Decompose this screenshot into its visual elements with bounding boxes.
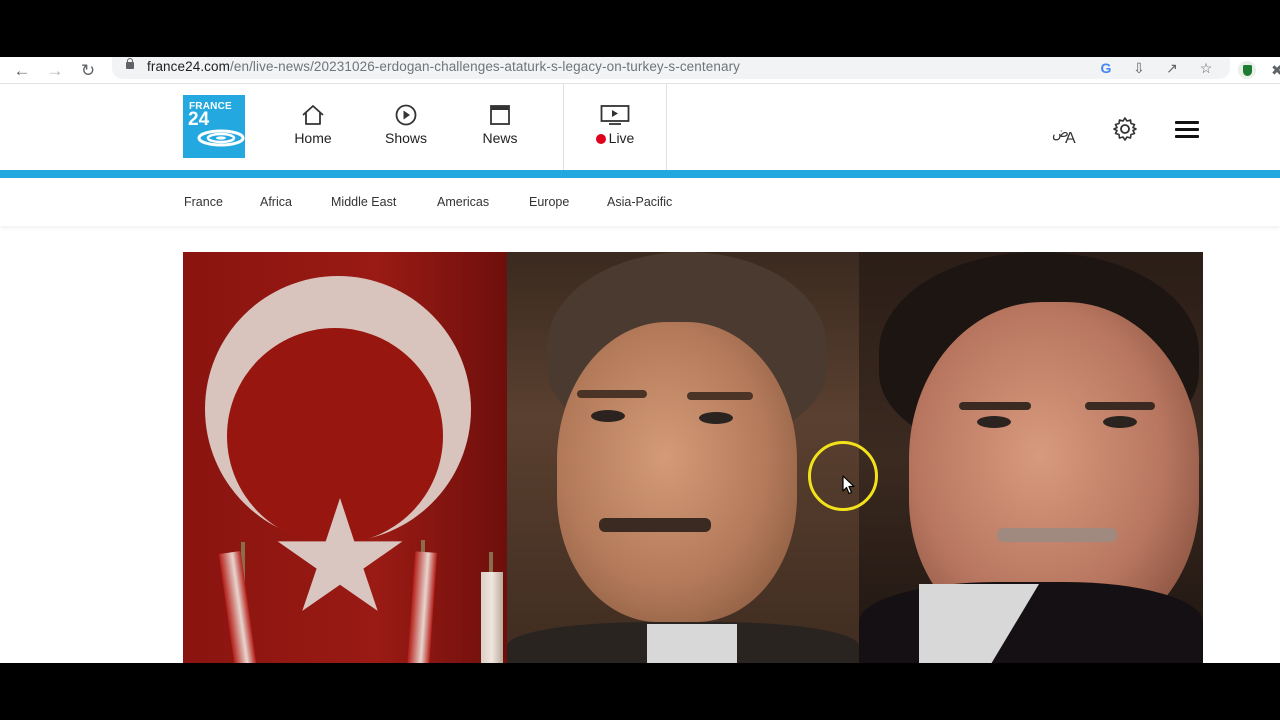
region-subnav: France Africa Middle East Americas Europ… [0,178,1280,226]
site-header: FRANCE 24 Home Shows News Live ض A [0,84,1280,170]
video-frame: ← → ↻ france24.com/en/live-news/20231026… [0,0,1280,720]
erdogan-portrait-image [859,252,1203,663]
hamburger-menu-icon[interactable] [1171,113,1203,145]
article-hero-image [183,252,1203,663]
subnav-item-france[interactable]: France [184,195,223,209]
back-arrow-icon[interactable]: ← [11,59,33,81]
browser-viewport: ← → ↻ france24.com/en/live-news/20231026… [0,57,1280,663]
nav-live[interactable]: Live [580,104,650,148]
brand-accent-bar [0,170,1280,178]
nav-shows-label: Shows [384,130,428,146]
home-icon [302,105,324,125]
language-button[interactable]: ض A [1046,113,1078,147]
nav-news[interactable]: News [465,104,535,148]
url-path: /en/live-news/20231026-erdogan-challenge… [230,59,741,74]
lock-icon [126,58,134,69]
settings-gear-icon [1113,117,1137,141]
nav-live-text: Live [608,130,635,146]
subnav-item-africa[interactable]: Africa [260,195,292,209]
install-icon[interactable]: ⇩ [1129,57,1149,79]
nav-home-label: Home [294,130,332,146]
turkish-flag-image [183,252,507,663]
reload-icon[interactable]: ↻ [77,59,99,81]
nav-live-label: Live [595,130,635,146]
address-bar[interactable]: france24.com/en/live-news/20231026-erdog… [112,57,1230,79]
live-dot-icon [595,134,606,144]
logo-waves-icon [197,129,245,147]
nav-divider-right [666,84,667,170]
google-icon[interactable]: G [1096,57,1116,79]
subnav-item-middle-east[interactable]: Middle East [331,195,396,209]
forward-arrow-icon[interactable]: → [44,59,66,81]
nav-home[interactable]: Home [278,104,348,148]
subnav-item-americas[interactable]: Americas [437,195,489,209]
france24-logo[interactable]: FRANCE 24 [183,95,245,158]
browser-toolbar: ← → ↻ france24.com/en/live-news/20231026… [0,57,1280,84]
extension-shield-icon[interactable] [1237,59,1257,81]
nav-divider-left [563,84,564,170]
play-circle-icon [395,104,417,126]
subnav-item-europe[interactable]: Europe [529,195,569,209]
url-text: france24.com/en/live-news/20231026-erdog… [147,59,740,74]
share-icon[interactable]: ↗ [1162,57,1182,79]
puzzle-extensions-icon[interactable]: ✖ [1267,59,1280,81]
url-host: france24.com [147,59,230,74]
ataturk-portrait-image [507,252,859,663]
nav-news-label: News [482,130,518,146]
bookmark-star-icon[interactable]: ☆ [1196,57,1216,79]
subnav-item-asia-pacific[interactable]: Asia-Pacific [607,195,672,209]
tv-icon [600,105,630,125]
mouse-pointer-icon [842,475,855,495]
nav-shows[interactable]: Shows [371,104,441,148]
language-icon-latin: A [1065,130,1076,147]
settings-button[interactable] [1109,113,1141,145]
newspaper-icon [490,105,510,125]
